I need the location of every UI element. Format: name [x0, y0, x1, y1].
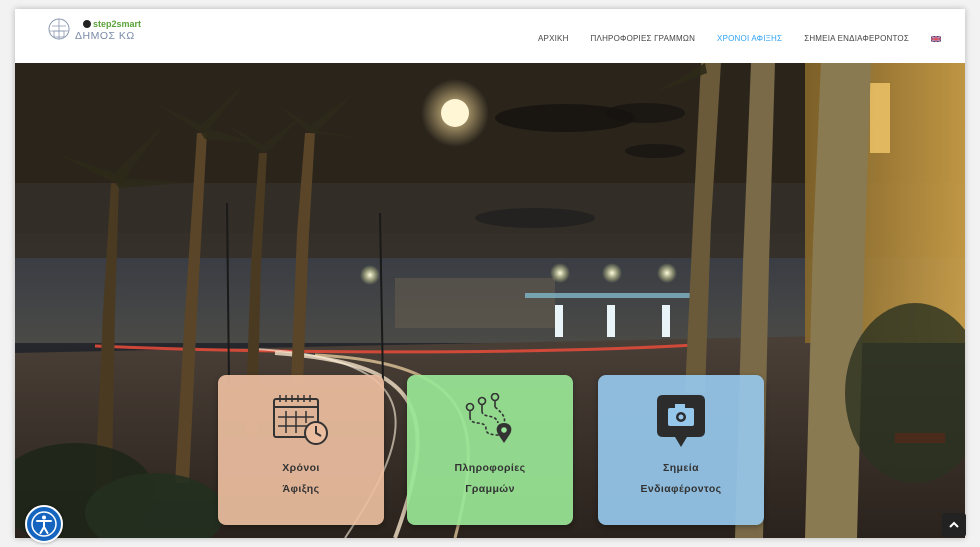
site-header: step2smart ΔΗΜΟΣ ΚΩ ΑΡΧΙΚΗ ΠΛΗΡΟΦΟΡΙΕΣ Γ… [15, 9, 965, 63]
back-to-top-button[interactable] [942, 513, 966, 537]
nav-item-arrival-times[interactable]: ΧΡΟΝΟΙ ΑΦΙΞΗΣ [717, 34, 782, 43]
page-frame: step2smart ΔΗΜΟΣ ΚΩ ΑΡΧΙΚΗ ΠΛΗΡΟΦΟΡΙΕΣ Γ… [15, 9, 965, 538]
card-arrival-times-line1: Χρόνοι [282, 462, 320, 474]
camera-pin-icon [657, 395, 705, 447]
card-line-info-line1: Πληροφορίες [454, 462, 526, 474]
card-line-info-line2: Γραμμών [465, 483, 515, 495]
card-points-of-interest[interactable]: Σημεία Ενδιαφέροντος [598, 375, 764, 525]
card-line-info[interactable]: Πληροφορίες Γραμμών [407, 375, 573, 525]
chevron-up-icon [949, 521, 959, 528]
nav-item-points-of-interest[interactable]: ΣΗΜΕΙΑ ΕΝΔΙΑΦΕΡΟΝΤΟΣ [804, 34, 909, 43]
card-arrival-times-title: Χρόνοι Άφιξης [218, 458, 384, 500]
uk-flag-icon[interactable] [931, 35, 941, 42]
main-nav: ΑΡΧΙΚΗ ΠΛΗΡΟΦΟΡΙΕΣ ΓΡΑΜΜΩΝ ΧΡΟΝΟΙ ΑΦΙΞΗΣ… [516, 34, 941, 43]
accessibility-button[interactable] [25, 505, 63, 543]
logo-brand-text: step2smart [93, 19, 142, 29]
logo-dot-icon [83, 20, 91, 28]
card-line-info-title: Πληροφορίες Γραμμών [407, 458, 573, 500]
card-arrival-times[interactable]: Χρόνοι Άφιξης [218, 375, 384, 525]
nav-item-home[interactable]: ΑΡΧΙΚΗ [538, 34, 569, 43]
logo-municipality-text: ΔΗΜΟΣ ΚΩ [75, 30, 135, 42]
card-points-of-interest-title: Σημεία Ενδιαφέροντος [598, 458, 764, 500]
card-points-of-interest-line1: Σημεία [663, 462, 699, 474]
nav-item-line-info[interactable]: ΠΛΗΡΟΦΟΡΙΕΣ ΓΡΑΜΜΩΝ [591, 34, 696, 43]
hero-banner: Χρόνοι Άφιξης Πληροφορίες Γραμμών Σημεία… [15, 63, 965, 538]
calendar-clock-icon [273, 395, 328, 445]
card-arrival-times-line2: Άφιξης [282, 483, 320, 495]
card-points-of-interest-line2: Ενδιαφέροντος [640, 483, 722, 495]
site-logo[interactable]: step2smart ΔΗΜΟΣ ΚΩ [47, 16, 157, 52]
route-map-icon [465, 393, 512, 443]
logo-brand: step2smart [83, 19, 141, 29]
municipality-emblem-icon [48, 18, 70, 40]
accessibility-icon [31, 511, 57, 537]
